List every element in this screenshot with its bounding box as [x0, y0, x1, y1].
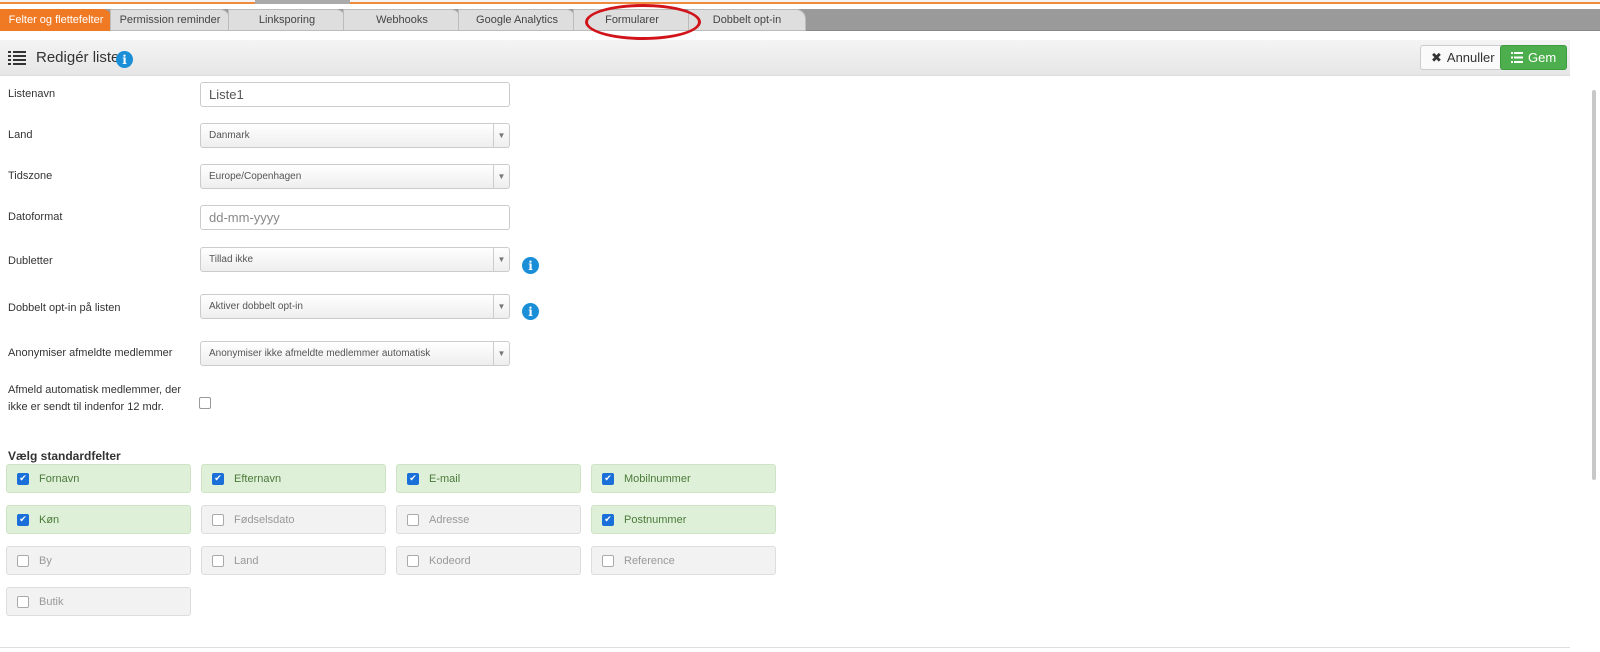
auto-unsub-label: ikke er sendt til indenfor 12 mdr.: [8, 401, 164, 413]
tab-webhooks[interactable]: Webhooks: [343, 9, 461, 31]
chevron-down-icon: ▼: [493, 124, 509, 147]
timezone-value: Europe/Copenhagen: [209, 171, 302, 182]
country-select[interactable]: Danmark ▼: [200, 123, 510, 148]
checkbox[interactable]: [17, 595, 29, 608]
checkbox[interactable]: [212, 554, 224, 567]
option-label: Reference: [624, 554, 675, 567]
checkbox[interactable]: [17, 554, 29, 567]
standard-field-option[interactable]: Reference: [591, 546, 776, 575]
duplicates-label: Dubletter: [8, 255, 53, 267]
checkbox[interactable]: ✔: [17, 472, 29, 485]
anonymize-value: Anonymiser ikke afmeldte medlemmer autom…: [209, 348, 431, 359]
info-icon[interactable]: i: [522, 257, 539, 274]
checkbox[interactable]: [212, 513, 224, 526]
list-icon: [1511, 52, 1523, 63]
dateformat-input[interactable]: dd-mm-yyyy: [200, 205, 510, 230]
standard-field-option[interactable]: ✔ Fornavn: [6, 464, 191, 493]
duplicates-value: Tillad ikke: [209, 254, 254, 265]
standard-field-option[interactable]: Butik: [6, 587, 191, 616]
duplicates-select[interactable]: Tillad ikke ▼: [200, 247, 510, 272]
tab-bar: Felter og flettefelter Permission remind…: [0, 9, 1600, 31]
auto-unsub-label: Afmeld automatisk medlemmer, der: [8, 384, 182, 396]
option-label: E-mail: [429, 472, 461, 485]
option-label: Køn: [39, 513, 60, 526]
list-icon: [8, 51, 26, 65]
chevron-down-icon: ▼: [493, 165, 509, 188]
country-value: Danmark: [209, 130, 250, 141]
save-label: Gem: [1528, 50, 1557, 65]
tab-dobbelt-opt-in[interactable]: Dobbelt opt-in: [688, 9, 806, 31]
listname-label: Listenavn: [8, 88, 56, 100]
checkbox[interactable]: ✔: [602, 513, 614, 526]
option-label: Butik: [39, 595, 64, 608]
standard-field-option[interactable]: Kodeord: [396, 546, 581, 575]
option-label: Fornavn: [39, 472, 80, 485]
page-header: Redigér liste i ✖ Annuller Gem: [0, 40, 1570, 76]
tab-permission-reminder[interactable]: Permission reminder: [110, 9, 230, 31]
option-label: Kodeord: [429, 554, 471, 567]
chevron-down-icon: ▼: [493, 295, 509, 318]
highlight-circle: [585, 4, 701, 40]
chevron-down-icon: ▼: [493, 248, 509, 271]
double-optin-label: Dobbelt opt-in på listen: [8, 302, 121, 314]
top-strip: [0, 0, 1600, 4]
checkbox[interactable]: ✔: [212, 472, 224, 485]
timezone-label: Tidszone: [8, 170, 53, 182]
cancel-button[interactable]: ✖ Annuller: [1420, 45, 1506, 70]
checkbox[interactable]: [407, 513, 419, 526]
page-title: Redigér liste: [36, 49, 120, 66]
auto-unsub-checkbox[interactable]: [199, 397, 211, 409]
info-icon[interactable]: i: [522, 303, 539, 320]
standard-field-option[interactable]: ✔ Efternavn: [201, 464, 386, 493]
anonymize-select[interactable]: Anonymiser ikke afmeldte medlemmer autom…: [200, 341, 510, 366]
checkbox[interactable]: [407, 554, 419, 567]
cancel-label: Annuller: [1446, 50, 1495, 65]
scrollbar[interactable]: [1570, 40, 1600, 652]
close-icon: ✖: [1431, 49, 1442, 65]
standard-field-option[interactable]: Adresse: [396, 505, 581, 534]
standard-fields-title: Vælg standardfelter: [8, 449, 121, 463]
checkbox[interactable]: ✔: [602, 472, 614, 485]
standard-field-option[interactable]: ✔ Køn: [6, 505, 191, 534]
double-optin-value: Aktiver dobbelt opt-in: [209, 301, 303, 312]
anonymize-label: Anonymiser afmeldte medlemmer: [8, 347, 173, 359]
standard-field-option[interactable]: Fødselsdato: [201, 505, 386, 534]
tab-google-analytics[interactable]: Google Analytics: [458, 9, 576, 31]
listname-input[interactable]: Liste1: [200, 82, 510, 107]
dateformat-label: Datoformat: [8, 211, 63, 223]
option-label: Land: [234, 554, 259, 567]
option-label: By: [39, 554, 52, 567]
standard-field-option[interactable]: Land: [201, 546, 386, 575]
timezone-select[interactable]: Europe/Copenhagen ▼: [200, 164, 510, 189]
option-label: Fødselsdato: [234, 513, 295, 526]
option-label: Postnummer: [624, 513, 687, 526]
standard-field-option[interactable]: ✔ Mobilnummer: [591, 464, 776, 493]
info-icon[interactable]: i: [116, 51, 133, 68]
checkbox[interactable]: ✔: [407, 472, 419, 485]
double-optin-select[interactable]: Aktiver dobbelt opt-in ▼: [200, 294, 510, 319]
tab-felter[interactable]: Felter og flettefelter: [0, 9, 112, 31]
tab-linksporing[interactable]: Linksporing: [228, 9, 346, 31]
option-label: Efternavn: [234, 472, 282, 485]
checkbox[interactable]: [602, 554, 614, 567]
save-button[interactable]: Gem: [1500, 45, 1568, 70]
standard-field-option[interactable]: ✔ E-mail: [396, 464, 581, 493]
checkbox[interactable]: ✔: [17, 513, 29, 526]
option-label: Adresse: [429, 513, 470, 526]
country-label: Land: [8, 129, 33, 141]
option-label: Mobilnummer: [624, 472, 691, 485]
standard-field-option[interactable]: ✔ Postnummer: [591, 505, 776, 534]
standard-field-option[interactable]: By: [6, 546, 191, 575]
chevron-down-icon: ▼: [493, 342, 509, 365]
